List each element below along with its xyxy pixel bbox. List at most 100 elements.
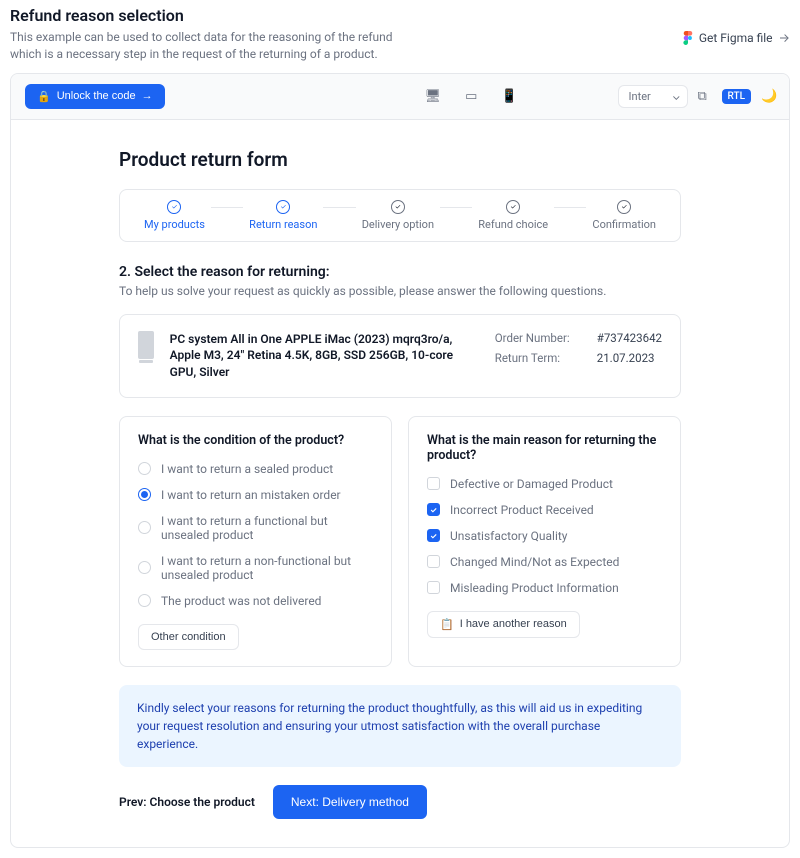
figma-link-label: Get Figma file [699, 31, 773, 45]
next-button[interactable]: Next: Delivery method [273, 785, 427, 819]
option-label: I want to return a functional but unseal… [161, 514, 373, 542]
option-label: I want to return a non-functional but un… [161, 554, 373, 582]
page-description: This example can be used to collect data… [10, 29, 400, 63]
check-circle-icon [506, 200, 520, 214]
arrow-right-icon: → [142, 90, 153, 102]
option-label: I want to return an mistaken order [161, 488, 341, 502]
question-columns: What is the condition of the product? I … [119, 416, 681, 667]
step-label: Refund choice [478, 218, 548, 231]
order-number-label: Order Number: [495, 331, 577, 345]
page-header: Refund reason selection This example can… [0, 0, 800, 73]
checkbox-icon [427, 555, 440, 568]
checkbox-option[interactable]: Changed Mind/Not as Expected [427, 555, 662, 569]
option-label: Defective or Damaged Product [450, 477, 613, 491]
step-separator [554, 207, 586, 208]
font-select[interactable]: Inter [618, 85, 688, 108]
option-label: Unsatisfactory Quality [450, 529, 567, 543]
stepper: My products Return reason Delivery optio… [119, 189, 681, 242]
arrow-right-icon: → [779, 30, 790, 45]
radio-icon [138, 521, 151, 534]
step-label: Delivery option [362, 218, 434, 231]
check-circle-icon [617, 200, 631, 214]
option-label: The product was not delivered [161, 594, 321, 608]
form-title: Product return form [119, 148, 681, 171]
radio-icon [138, 462, 151, 475]
toolbar-right: Inter ⧉ RTL 🌙 [618, 85, 775, 108]
option-label: Changed Mind/Not as Expected [450, 555, 619, 569]
step-separator [211, 207, 243, 208]
check-circle-icon [391, 200, 405, 214]
radio-option[interactable]: I want to return a functional but unseal… [138, 514, 373, 542]
step-my-products[interactable]: My products [144, 200, 205, 231]
get-figma-link[interactable]: Get Figma file → [683, 30, 790, 45]
reason-question-title: What is the main reason for returning th… [427, 433, 662, 463]
checkbox-option[interactable]: Unsatisfactory Quality [427, 529, 662, 543]
step-label: My products [144, 218, 205, 231]
unlock-label: Unlock the code [57, 90, 136, 102]
radio-option[interactable]: The product was not delivered [138, 594, 373, 608]
step-label: Return reason [249, 218, 317, 231]
radio-icon [138, 488, 151, 501]
unlock-code-button[interactable]: 🔒 Unlock the code → [25, 84, 165, 109]
condition-question-card: What is the condition of the product? I … [119, 416, 392, 667]
prev-button[interactable]: Prev: Choose the product [119, 795, 255, 809]
form-area: Product return form My products Return r… [11, 120, 789, 847]
rtl-toggle[interactable]: RTL [722, 89, 751, 104]
page-title: Refund reason selection [10, 6, 400, 25]
step-delivery-option[interactable]: Delivery option [362, 200, 434, 231]
toolbar: 🔒 Unlock the code → 🖥 ▭ 📱 Inter ⧉ RTL 🌙 [11, 74, 789, 120]
check-circle-icon [167, 200, 181, 214]
checkbox-icon [427, 581, 440, 594]
step-separator [440, 207, 472, 208]
option-label: Incorrect Product Received [450, 503, 594, 517]
check-circle-icon [276, 200, 290, 214]
checkbox-icon [427, 477, 440, 490]
condition-question-title: What is the condition of the product? [138, 433, 373, 448]
tablet-icon[interactable]: ▭ [465, 89, 477, 104]
radio-option[interactable]: I want to return a sealed product [138, 462, 373, 476]
order-number-value: #737423642 [597, 331, 662, 345]
radio-option[interactable]: I want to return a non-functional but un… [138, 554, 373, 582]
checkbox-option[interactable]: Incorrect Product Received [427, 503, 662, 517]
checkbox-icon [427, 503, 440, 516]
radio-icon [138, 561, 151, 574]
return-term-value: 21.07.2023 [597, 351, 655, 365]
product-name: PC system All in One APPLE iMac (2023) m… [170, 331, 479, 381]
product-meta: Order Number: #737423642 Return Term: 21… [495, 331, 662, 365]
step-separator [323, 207, 355, 208]
radio-option[interactable]: I want to return an mistaken order [138, 488, 373, 502]
info-banner: Kindly select your reasons for returning… [119, 685, 681, 767]
product-card: PC system All in One APPLE iMac (2023) m… [119, 314, 681, 398]
step-confirmation[interactable]: Confirmation [592, 200, 656, 231]
product-image-placeholder [138, 331, 154, 359]
clipboard-icon: 📋 [440, 618, 454, 631]
another-reason-button[interactable]: 📋 I have another reason [427, 611, 580, 638]
figma-icon [683, 31, 693, 45]
mobile-icon[interactable]: 📱 [501, 89, 517, 104]
lock-icon: 🔒 [37, 90, 51, 103]
option-label: Misleading Product Information [450, 581, 619, 595]
chip-label: Other condition [151, 631, 226, 643]
copy-icon[interactable]: ⧉ [698, 89, 712, 103]
radio-icon [138, 594, 151, 607]
device-toggles: 🖥 ▭ 📱 [425, 89, 518, 104]
checkbox-icon [427, 529, 440, 542]
meta-row: Return Term: 21.07.2023 [495, 351, 662, 365]
checkbox-option[interactable]: Misleading Product Information [427, 581, 662, 595]
nav-row: Prev: Choose the product Next: Delivery … [119, 785, 681, 819]
dark-mode-icon[interactable]: 🌙 [761, 89, 775, 103]
option-label: I want to return a sealed product [161, 462, 333, 476]
return-term-label: Return Term: [495, 351, 577, 365]
font-select-value: Inter [629, 90, 651, 103]
step-return-reason[interactable]: Return reason [249, 200, 317, 231]
step-label: Confirmation [592, 218, 656, 231]
step-refund-choice[interactable]: Refund choice [478, 200, 548, 231]
checkbox-option[interactable]: Defective or Damaged Product [427, 477, 662, 491]
section-heading: 2. Select the reason for returning: [119, 264, 681, 280]
section-subheading: To help us solve your request as quickly… [119, 284, 681, 298]
chip-label: I have another reason [460, 618, 567, 630]
preview-card: 🔒 Unlock the code → 🖥 ▭ 📱 Inter ⧉ RTL 🌙 … [10, 73, 790, 848]
other-condition-button[interactable]: Other condition [138, 624, 239, 650]
desktop-icon[interactable]: 🖥 [425, 89, 442, 104]
meta-row: Order Number: #737423642 [495, 331, 662, 345]
